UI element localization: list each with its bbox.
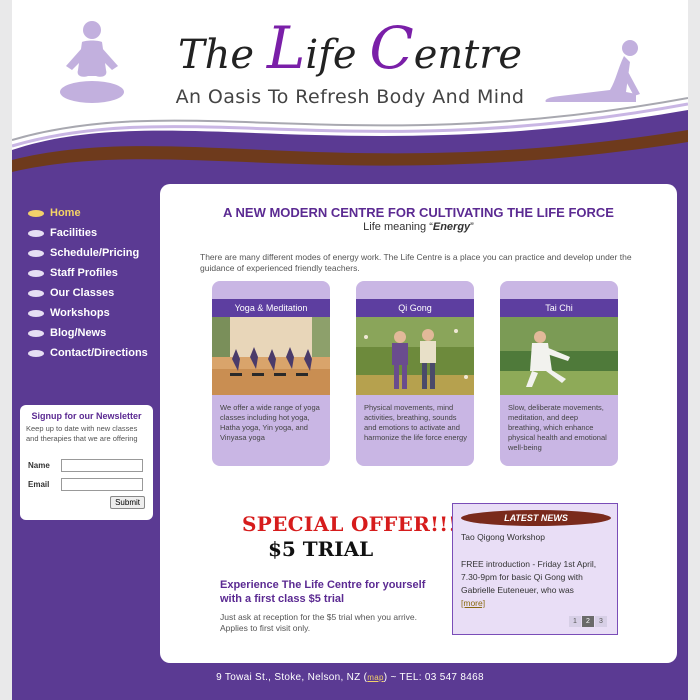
nav-bullet-icon (28, 329, 44, 337)
card-description: Slow, deliberate movements, meditation, … (508, 403, 607, 452)
intro-text: There are many different modes of energy… (200, 252, 632, 273)
card-description: Physical movements, mind activities, bre… (364, 403, 467, 442)
card-title: Tai Chi (500, 299, 618, 317)
nav-item-home[interactable]: Home (28, 205, 81, 221)
name-input[interactable] (61, 459, 143, 472)
offer-heading: Experience The Life Centre for yourself … (220, 579, 426, 605)
nav-bullet-icon (28, 349, 44, 357)
nav-item-facilities[interactable]: Facilities (28, 225, 97, 241)
card-title: Qi Gong (356, 299, 474, 317)
site-tagline: An Oasis To Refresh Body And Mind (175, 86, 525, 108)
news-title[interactable]: Tao Qigong Workshop (461, 532, 545, 542)
nav-bullet-icon (28, 289, 44, 297)
class-card-yoga[interactable]: Yoga & Meditation We offer a wide range … (212, 281, 330, 466)
qi-gong-class-photo (356, 317, 474, 395)
tai-chi-class-photo (500, 317, 618, 395)
newsletter-signup-box: Signup for our Newsletter Keep up to dat… (20, 405, 153, 520)
news-page-1[interactable]: 1 (569, 616, 581, 627)
newsletter-title: Signup for our Newsletter (31, 411, 142, 421)
main-content: A NEW MODERN CENTRE FOR CULTIVATING THE … (160, 184, 677, 663)
offer-description: Just ask at reception for the $5 trial w… (220, 612, 418, 633)
page-subheading: Life meaning “Energy” (363, 221, 474, 233)
map-link[interactable]: map (367, 673, 383, 682)
card-title: Yoga & Meditation (212, 299, 330, 317)
nav-item-blog-news[interactable]: Blog/News (28, 325, 106, 341)
yoga-class-photo (212, 317, 330, 395)
nav-bullet-icon (28, 209, 44, 217)
news-page-3[interactable]: 3 (595, 616, 607, 627)
trial-price-label: $5 TRIAL (268, 537, 374, 561)
latest-news-label: LATEST NEWS (461, 510, 611, 526)
newsletter-description: Keep up to date with new classes and the… (26, 424, 138, 443)
submit-button[interactable]: Submit (110, 496, 145, 509)
news-body: FREE introduction - Friday 1st April, 7.… (461, 559, 597, 608)
nav-item-staff-profiles[interactable]: Staff Profiles (28, 265, 118, 281)
header: The Life Centre An Oasis To Refresh Body… (12, 0, 688, 185)
newsletter-name-row: Name (28, 459, 143, 472)
card-description: We offer a wide range of yoga classes in… (220, 403, 320, 442)
nav-bullet-icon (28, 309, 44, 317)
nav-bullet-icon (28, 269, 44, 277)
site-logo[interactable]: The Life Centre (12, 14, 688, 82)
footer: 9 Towai St., Stoke, Nelson, NZ (map) ~ T… (216, 672, 484, 683)
class-card-qi-gong[interactable]: Qi Gong Physical movements, mind activit… (356, 281, 474, 466)
nav-item-our-classes[interactable]: Our Classes (28, 285, 114, 301)
news-page-2[interactable]: 2 (582, 616, 594, 627)
page: The Life Centre An Oasis To Refresh Body… (12, 0, 688, 700)
newsletter-email-row: Email (28, 478, 143, 491)
news-more-link[interactable]: [more] (461, 598, 485, 608)
email-input[interactable] (61, 478, 143, 491)
nav-item-contact-directions[interactable]: Contact/Directions (28, 345, 148, 361)
nav-bullet-icon (28, 249, 44, 257)
latest-news-box: LATEST NEWS Tao Qigong Workshop FREE int… (452, 503, 618, 635)
nav-item-workshops[interactable]: Workshops (28, 305, 110, 321)
news-pager: 1 2 3 (569, 616, 607, 627)
page-heading: A NEW MODERN CENTRE FOR CULTIVATING THE … (223, 205, 614, 220)
email-label: Email (28, 480, 50, 489)
special-offer-title: SPECIAL OFFER!!! (242, 512, 458, 536)
nav-bullet-icon (28, 229, 44, 237)
nav-item-schedule-pricing[interactable]: Schedule/Pricing (28, 245, 139, 261)
name-label: Name (28, 461, 50, 470)
class-card-tai-chi[interactable]: Tai Chi Slow, deliberate movements, medi… (500, 281, 618, 466)
